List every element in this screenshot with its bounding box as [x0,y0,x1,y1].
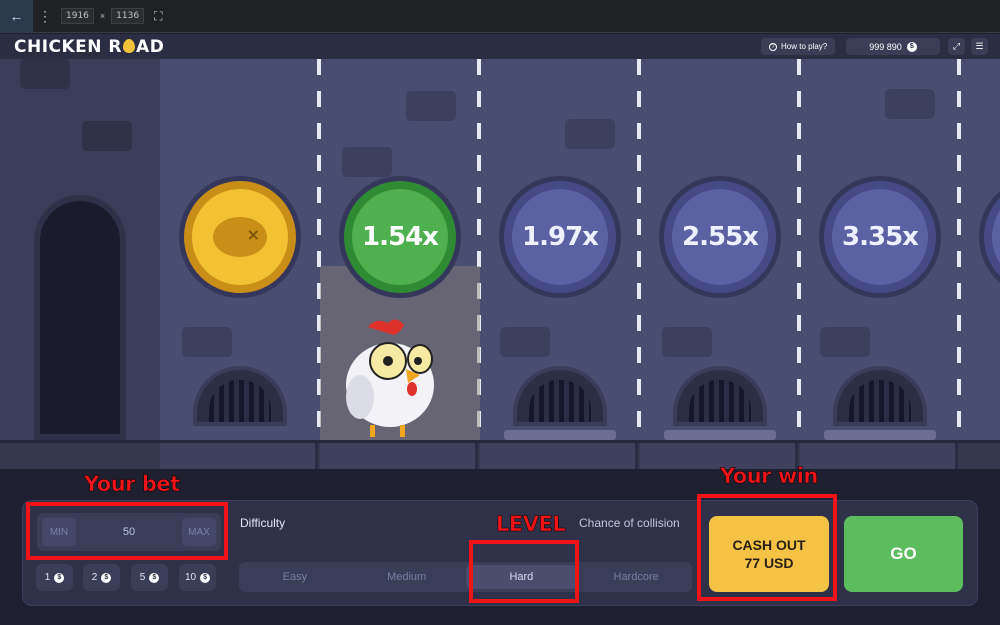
hamburger-menu-icon[interactable]: ☰ [971,38,988,55]
difficulty-label: Difficulty [240,516,286,530]
wall-brick [565,119,615,149]
sewer-grate [833,366,927,426]
coin-icon: $ [149,572,160,583]
dimension-separator: × [99,11,106,21]
annotation-win-box [697,494,837,601]
sewer-grate [513,366,607,426]
game-header: CHICKEN R AD ? How to play? 999 890 $ ⤢ ☰ [0,34,1000,59]
annotation-level-box [469,540,579,603]
annotation-your-win: Your win [720,464,819,489]
question-icon: ? [769,42,777,51]
fullscreen-icon[interactable]: ⛶ [154,9,162,24]
wall-brick [82,121,132,151]
bet-chip-5[interactable]: 5 $ [131,564,168,591]
chicken-character-icon [346,319,434,437]
lane-multiplier-current[interactable]: 1.54x [344,181,456,293]
wall-brick [885,89,935,119]
difficulty-medium[interactable]: Medium [351,562,463,592]
lane-divider [957,59,961,440]
annotation-bet-box [26,502,228,560]
wall-brick [500,327,550,357]
devtools-bar: ← ⋮ 1916 × 1136 ⛶ [0,0,1000,33]
bet-chip-10[interactable]: 10 $ [179,564,216,591]
how-to-play-label: How to play? [781,42,828,51]
bet-chip-2[interactable]: 2 $ [83,564,120,591]
sewer-grate [193,366,287,426]
wall-brick [20,59,70,89]
viewport-height-field[interactable]: 1136 [111,8,145,24]
go-button[interactable]: GO [844,516,963,592]
currency-coin-icon: $ [906,41,917,52]
lane-multiplier[interactable]: 1.97x [504,181,616,293]
wall-brick [820,327,870,357]
lane-multiplier[interactable]: 2.55x [664,181,776,293]
wall-brick [662,327,712,357]
annotation-your-bet: Your bet [84,472,181,497]
sewer-ledge [824,430,936,440]
fullscreen-toggle-icon[interactable]: ⤢ [948,38,965,55]
wall-brick [182,327,232,357]
collision-chance-label: Chance of collision [579,516,680,530]
sewer-ledge [664,430,776,440]
how-to-play-button[interactable]: ? How to play? [761,38,836,55]
lane-multiplier-partial [984,181,1000,293]
sewer-ledge [504,430,616,440]
difficulty-selector: Easy Medium Hard Hardcore [239,562,692,592]
viewport-width-field[interactable]: 1916 [61,8,94,24]
lane-divider [797,59,801,440]
start-doorway [34,195,126,440]
game-logo: CHICKEN R AD [14,36,165,57]
kebab-menu-icon[interactable]: ⋮ [33,8,57,25]
egg-icon [123,38,136,53]
wall-brick [406,91,456,121]
balance-display: 999 890 $ [846,38,940,55]
bet-chip-1[interactable]: 1 $ [36,564,73,591]
balance-value: 999 890 [869,41,902,52]
lane-divider [637,59,641,440]
game-scene: 1.54x 1.97x 2.55x 3.35x [0,59,1000,469]
lane-multiplier[interactable]: 3.35x [824,181,936,293]
wall-brick [342,147,392,177]
coin-icon: $ [54,572,65,583]
road-ground [0,440,1000,469]
difficulty-easy[interactable]: Easy [239,562,351,592]
back-arrow-icon[interactable]: ← [0,0,33,33]
annotation-level: LEVEL [496,512,566,537]
roasted-chicken-icon [184,181,296,293]
sewer-grate [673,366,767,426]
coin-icon: $ [101,572,112,583]
difficulty-hardcore[interactable]: Hardcore [580,562,692,592]
coin-icon: $ [200,572,211,583]
